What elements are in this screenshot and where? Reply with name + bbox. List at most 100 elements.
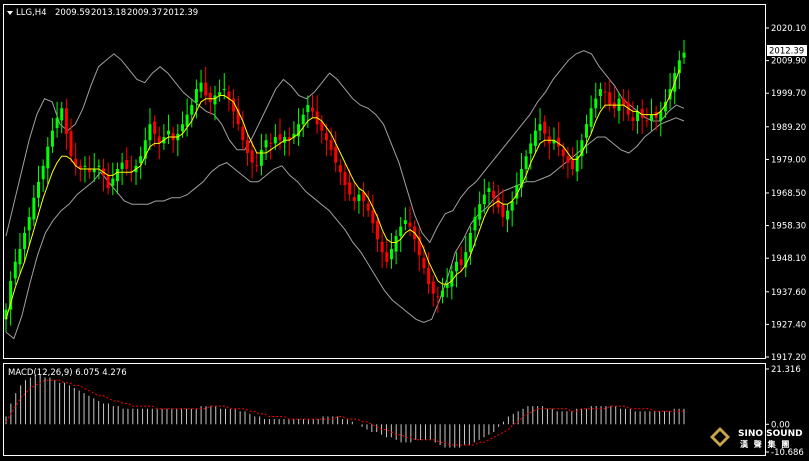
ma-line: [5, 69, 680, 320]
candle-body: [482, 194, 486, 205]
price-axis: 2020.10 2009.90 1999.70 1989.20 1979.00 1968.…: [765, 24, 806, 363]
candle-body: [598, 89, 602, 97]
candle-body: [139, 156, 143, 164]
low-value: 2009.37: [127, 8, 162, 18]
candle-body: [167, 130, 171, 135]
candle-body: [273, 137, 277, 144]
macd-histogram: [5, 375, 685, 448]
candle-body: [27, 216, 31, 231]
candle-body: [566, 156, 570, 163]
candle-body: [55, 117, 59, 129]
candle-body: [185, 114, 189, 127]
candle-body: [608, 92, 612, 106]
candle-body: [250, 150, 254, 163]
candle-body: [352, 197, 356, 201]
candle-body: [111, 178, 115, 186]
candles: [4, 39, 686, 333]
candle-body: [399, 226, 403, 237]
candle-body: [32, 197, 36, 220]
logo-text: SINO SOUND: [738, 429, 803, 439]
candle-body: [571, 160, 575, 169]
candle-body: [561, 149, 565, 157]
price-tick-label: 2009.90: [771, 57, 806, 67]
price-tick-label: 1948.10: [771, 254, 806, 264]
candle-body: [222, 89, 226, 91]
candle-body: [636, 111, 640, 122]
candle-body: [64, 108, 68, 134]
candle-body: [436, 296, 440, 298]
candle-body: [543, 121, 547, 134]
macd-tick-label: 21.316: [771, 365, 801, 375]
candle-body: [125, 160, 129, 169]
candle-body: [371, 210, 375, 224]
candle-body: [659, 111, 663, 121]
candle-body: [69, 131, 73, 157]
sino-sound-logo: SINO SOUND 漢 聲 集 團: [710, 427, 803, 449]
candle-body: [584, 124, 588, 138]
price-tick-label: 1979.00: [771, 155, 806, 165]
candle-body: [385, 252, 389, 262]
candle-body: [153, 121, 157, 134]
price-tick-label: 2020.10: [771, 24, 806, 34]
candle-body: [199, 82, 203, 92]
candle-body: [241, 126, 245, 141]
candle-body: [194, 89, 198, 103]
chart-canvas: 2020.10 2009.90 1999.70 1989.20 1979.00 1968.…: [3, 4, 807, 458]
candle-body: [394, 236, 398, 252]
candle-body: [37, 181, 41, 198]
candle-body: [255, 165, 259, 167]
candle-body: [473, 216, 477, 231]
candle-body: [389, 248, 393, 260]
price-tick-label: 1958.30: [771, 222, 806, 232]
moving-average: [5, 69, 680, 320]
candle-body: [259, 149, 263, 166]
candle-body: [496, 197, 500, 208]
candle-body: [190, 105, 194, 115]
candle-body: [589, 108, 593, 127]
candle-body: [431, 281, 435, 294]
candle-body: [264, 140, 268, 148]
candle-body: [204, 82, 208, 96]
candle-body: [218, 92, 222, 96]
candle-body: [422, 257, 426, 269]
candle-body: [23, 232, 27, 249]
candle-body: [46, 146, 50, 169]
candle-body: [338, 165, 342, 173]
candle-body: [60, 108, 64, 121]
candle-body: [357, 194, 361, 201]
candle-body: [529, 143, 533, 154]
candle-body: [115, 169, 119, 182]
candle-body: [631, 117, 635, 122]
candle-body: [343, 172, 347, 185]
open-value: 2009.59: [55, 8, 90, 18]
candle-body: [533, 130, 537, 146]
candle-body: [97, 165, 101, 167]
candle-body: [622, 98, 626, 106]
dropdown-triangle-icon[interactable]: [7, 11, 13, 15]
macd-signal-line: [5, 379, 684, 446]
candle-body: [106, 175, 110, 189]
candle-body: [468, 232, 472, 253]
candle-body: [524, 156, 528, 169]
candle-body: [13, 261, 17, 279]
candle-body: [301, 114, 305, 125]
logo-chinese: 漢 聲 集 團: [740, 439, 791, 449]
current-price-label: 2012.39: [769, 47, 804, 57]
candle-body: [324, 133, 328, 141]
candle-body: [492, 190, 496, 198]
price-tick-label: 1937.60: [771, 288, 806, 298]
candle-body: [649, 114, 653, 122]
candle-body: [348, 182, 352, 195]
candle-body: [487, 188, 491, 193]
candle-body: [366, 203, 370, 211]
macd-signal-polyline: [5, 379, 684, 446]
candle-body: [334, 147, 338, 163]
candle-body: [329, 140, 333, 150]
candle-body: [478, 204, 482, 220]
candle-body: [278, 134, 282, 141]
candle-body: [445, 284, 449, 288]
macd-title: MACD(12,26,9) 6.075 4.276: [8, 368, 127, 378]
close-value: 2012.39: [163, 8, 198, 18]
price-tick-label: 1927.40: [771, 320, 806, 330]
candle-body: [18, 248, 22, 265]
